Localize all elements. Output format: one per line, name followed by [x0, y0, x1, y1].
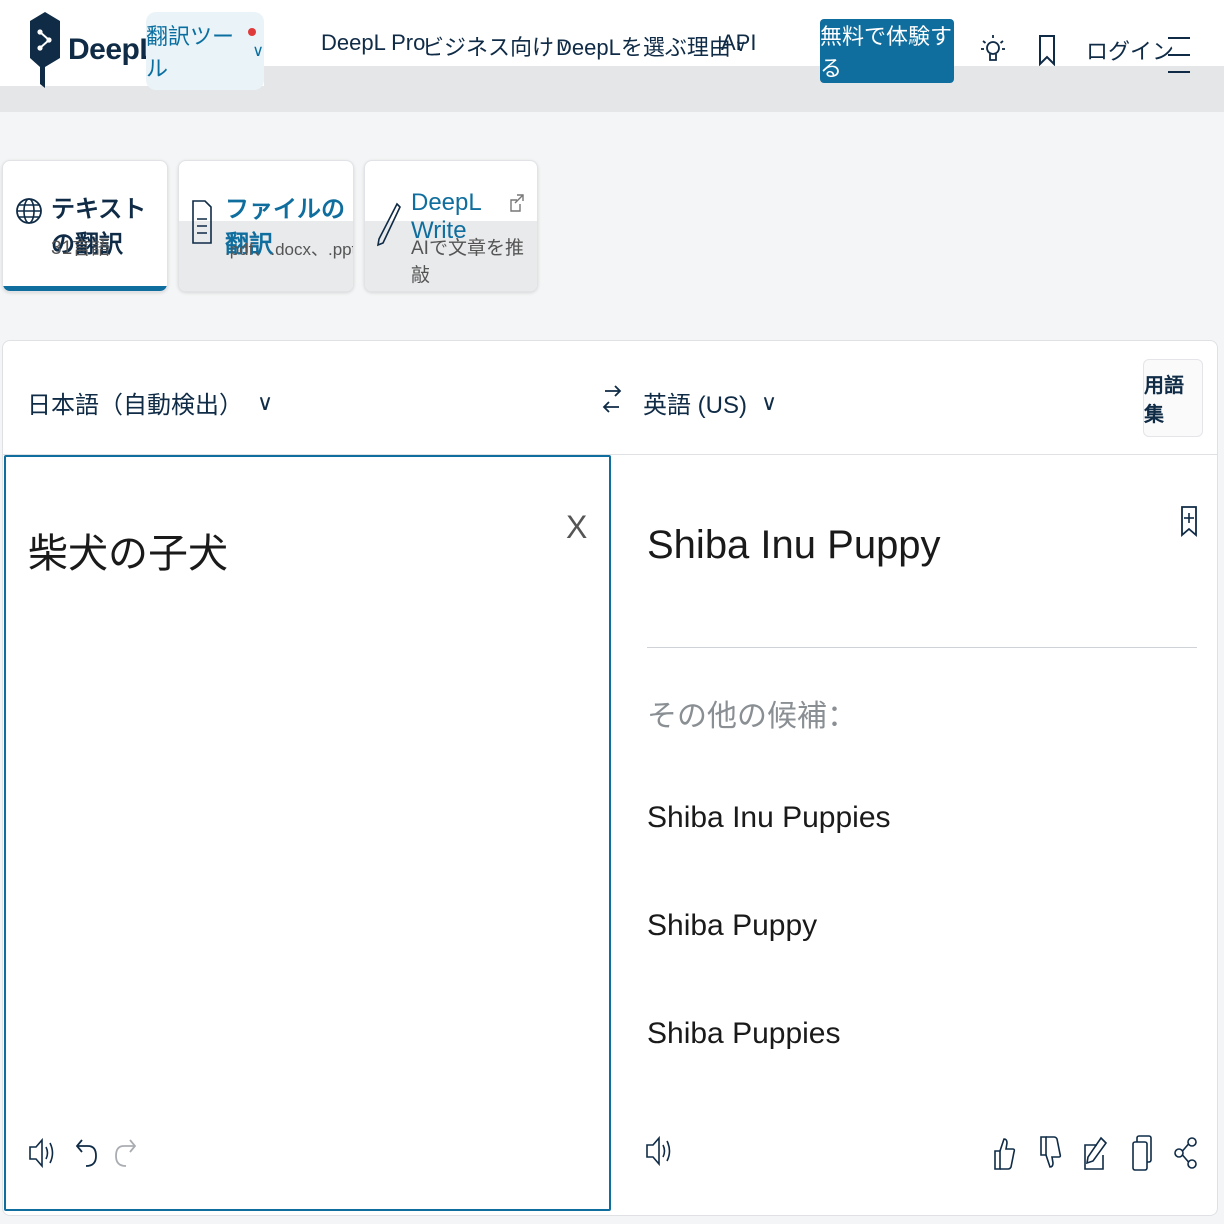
tab-text-translation[interactable]: テキストの翻訳 31言語: [2, 160, 168, 292]
active-tab-indicator: [3, 286, 167, 291]
deepl-logo-icon: [30, 12, 60, 88]
source-text-area[interactable]: 柴犬の子犬 X: [4, 455, 611, 1211]
translator-panel: 日本語（自動検出） ∨ 英語 (US) ∨ 用語集 柴犬の子犬 X Shiba …: [2, 340, 1218, 1216]
alternative-translation[interactable]: Shiba Puppy: [647, 909, 817, 943]
tab-subtitle: .pdf、.docx、.pptx: [225, 240, 354, 259]
brand-name: DeepL: [68, 33, 158, 66]
edit-icon[interactable]: [1081, 1133, 1111, 1173]
translation-tools-menu[interactable]: 翻訳ツール ∨: [146, 12, 264, 90]
bookmark-icon[interactable]: [1032, 32, 1062, 68]
free-trial-button[interactable]: 無料で体験する: [820, 19, 954, 83]
lightbulb-icon[interactable]: [978, 32, 1008, 68]
alternative-translation[interactable]: Shiba Puppies: [647, 1017, 840, 1051]
translation-tools-label: 翻訳ツール: [146, 24, 235, 81]
chevron-down-icon: ∨: [257, 389, 274, 415]
deepl-logo[interactable]: DeepL: [28, 10, 158, 90]
nav-label: API: [721, 30, 757, 55]
alternatives-label: その他の候補：: [647, 700, 857, 733]
source-language-selector[interactable]: 日本語（自動検出） ∨: [27, 385, 273, 420]
speaker-icon[interactable]: [643, 1131, 673, 1171]
nav-business[interactable]: ビジネス向け ∨: [422, 30, 570, 62]
target-language-label: 英語 (US): [643, 392, 747, 419]
glossary-label: 用語集: [1144, 375, 1184, 426]
thumbs-up-icon[interactable]: [989, 1133, 1019, 1173]
nav-label: ビジネス向け: [422, 35, 555, 60]
glossary-button[interactable]: 用語集: [1143, 359, 1203, 437]
nav-deepl-pro[interactable]: DeepL Pro: [321, 30, 425, 56]
tab-subtitle: AIで文章を推敲: [411, 238, 524, 286]
save-translation-icon[interactable]: [1179, 505, 1199, 537]
share-icon[interactable]: [1171, 1133, 1201, 1173]
tab-subtitle: 31言語: [51, 238, 111, 259]
top-header: DeepL 翻訳ツール ∨ DeepL Pro ビジネス向け ∨ DeepLを選…: [0, 0, 1224, 112]
notification-dot: [248, 28, 256, 36]
undo-icon[interactable]: [72, 1133, 102, 1173]
login-label: ログイン: [1086, 39, 1175, 64]
redo-icon[interactable]: [110, 1133, 140, 1173]
nav-label: DeepL Pro: [321, 30, 426, 55]
chevron-down-icon: ∨: [761, 389, 778, 415]
globe-icon: [16, 198, 42, 224]
result-divider: [647, 647, 1197, 648]
swap-languages-icon[interactable]: [599, 381, 625, 417]
menu-icon[interactable]: [1168, 36, 1190, 74]
language-bar: 日本語（自動検出） ∨ 英語 (US) ∨ 用語集: [3, 341, 1217, 455]
nav-why-deepl[interactable]: DeepLを選ぶ理由 ∨: [556, 30, 747, 62]
tab-deepl-write[interactable]: DeepL Write AIで文章を推敲: [364, 160, 538, 292]
external-link-icon: [510, 194, 524, 212]
login-link[interactable]: ログイン: [1086, 34, 1174, 66]
clear-text-button[interactable]: X: [566, 509, 587, 546]
source-language-label: 日本語（自動検出）: [27, 392, 243, 419]
nav-api[interactable]: API: [721, 30, 756, 56]
tab-file-translation[interactable]: ファイルの翻訳 .pdf、.docx、.pptx: [178, 160, 354, 292]
alternative-translation[interactable]: Shiba Inu Puppies: [647, 801, 891, 835]
source-text[interactable]: 柴犬の子犬: [28, 521, 228, 579]
thumbs-down-icon[interactable]: [1035, 1133, 1065, 1173]
nav-label: DeepLを選ぶ理由: [556, 35, 731, 60]
header-shade: [264, 66, 1224, 86]
pen-icon: [377, 202, 401, 247]
speaker-icon[interactable]: [26, 1133, 56, 1173]
chevron-down-icon: ∨: [252, 43, 264, 60]
translated-text: Shiba Inu Puppy: [647, 523, 941, 567]
document-icon: [192, 200, 212, 244]
copy-icon[interactable]: [1127, 1133, 1157, 1173]
free-trial-label: 無料で体験する: [820, 24, 953, 81]
target-language-selector[interactable]: 英語 (US) ∨: [643, 385, 777, 420]
